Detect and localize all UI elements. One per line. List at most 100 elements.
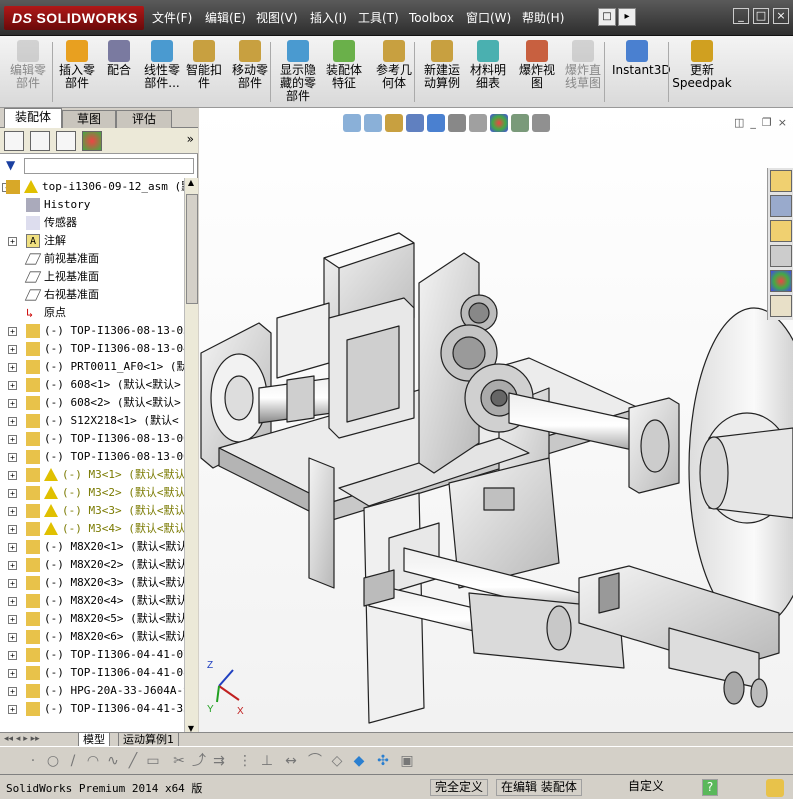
- centerline-icon[interactable]: ╱: [124, 752, 142, 770]
- ribbon-button-7[interactable]: 装配体 特征: [322, 40, 366, 90]
- expand-icon[interactable]: +: [8, 399, 17, 408]
- restore-button[interactable]: □: [753, 8, 769, 24]
- menu-item-7[interactable]: 帮助(H): [522, 10, 564, 26]
- close-button[interactable]: ×: [773, 8, 789, 24]
- tree-node[interactable]: + (-) M3<4> (默认<默认: [0, 520, 184, 538]
- tree-node[interactable]: + (-) TOP-I1306-08-13-06<: [0, 448, 184, 466]
- tree-node[interactable]: + (-) 608<2> (默认<默认>: [0, 394, 184, 412]
- expand-icon[interactable]: +: [8, 579, 17, 588]
- expand-icon[interactable]: +: [8, 507, 17, 516]
- expand-icon[interactable]: +: [8, 327, 17, 336]
- expand-icon[interactable]: +: [8, 417, 17, 426]
- ribbon-button-11[interactable]: 爆炸视 图: [516, 40, 558, 90]
- file-explorer-icon[interactable]: [769, 220, 792, 242]
- menu-item-3[interactable]: 插入(I): [310, 10, 347, 26]
- tree-node[interactable]: + (-) TOP-I1306-04-41-35<: [0, 700, 184, 718]
- graphics-area[interactable]: ◫ _ ❐ × Z Y X: [199, 108, 793, 732]
- relations-icon[interactable]: ⊥: [258, 752, 276, 770]
- new-document-icon[interactable]: □: [598, 8, 616, 26]
- tree-node[interactable]: 前视基准面: [0, 250, 184, 268]
- spline-icon[interactable]: ∿: [104, 752, 122, 770]
- tree-node[interactable]: + (-) TOP-I1306-04-41-08<: [0, 664, 184, 682]
- tree-node[interactable]: + (-) TOP-I1306-04-41-07<: [0, 646, 184, 664]
- appearances-icon[interactable]: [769, 270, 792, 292]
- ribbon-button-10[interactable]: 材料明 细表: [468, 40, 508, 90]
- expand-icon[interactable]: +: [8, 525, 17, 534]
- tree-node[interactable]: + (-) M3<1> (默认<默认: [0, 466, 184, 484]
- rectangle-icon[interactable]: ▭: [144, 752, 162, 770]
- custom-properties-icon[interactable]: [769, 295, 792, 317]
- expand-icon[interactable]: +: [8, 651, 17, 660]
- expand-icon[interactable]: +: [8, 489, 17, 498]
- feature-manager-tab-icon[interactable]: [4, 131, 24, 151]
- expand-icon[interactable]: +: [8, 705, 17, 714]
- expand-icon[interactable]: +: [8, 471, 17, 480]
- expand-icon[interactable]: +: [8, 453, 17, 462]
- tree-node[interactable]: 右视基准面: [0, 286, 184, 304]
- tree-node[interactable]: + (-) M3<3> (默认<默认: [0, 502, 184, 520]
- design-library-icon[interactable]: [769, 195, 792, 217]
- menu-item-2[interactable]: 视图(V): [256, 10, 298, 26]
- tree-node[interactable]: + (-) M3<2> (默认<默认: [0, 484, 184, 502]
- arc-icon[interactable]: ◠: [84, 752, 102, 770]
- scroll-up-icon[interactable]: ▲: [185, 178, 197, 192]
- expand-icon[interactable]: +: [8, 435, 17, 444]
- offset-icon[interactable]: ⇉: [210, 752, 228, 770]
- ribbon-button-1[interactable]: 插入零 部件: [56, 40, 98, 90]
- expand-icon[interactable]: +: [8, 615, 17, 624]
- display-manager-tab-icon[interactable]: [82, 131, 102, 151]
- ribbon-button-5[interactable]: 移动零 部件: [228, 40, 272, 90]
- 3d-sketch-icon[interactable]: ◆: [350, 752, 368, 770]
- tree-node[interactable]: ↳ 原点: [0, 304, 184, 322]
- tree-node[interactable]: + (-) M8X20<2> (默认<默认: [0, 556, 184, 574]
- circle-icon[interactable]: ○: [44, 752, 62, 770]
- ribbon-button-12[interactable]: 爆炸直 线草图: [562, 40, 604, 90]
- property-manager-tab-icon[interactable]: [30, 131, 50, 151]
- trim-icon[interactable]: ✂: [170, 752, 188, 770]
- tab-motion-study-1[interactable]: 运动算例1: [118, 733, 179, 747]
- tree-node[interactable]: + (-) PRT0011_AF0<1> (默: [0, 358, 184, 376]
- tree-node[interactable]: + (-) TOP-I1306-08-13-06<: [0, 430, 184, 448]
- sketch-fillet-icon[interactable]: ⌒: [306, 752, 324, 770]
- ribbon-button-8[interactable]: 参考几 何体: [372, 40, 416, 90]
- ribbon-button-14[interactable]: 更新 Speedpak: [672, 40, 732, 90]
- filter-icon[interactable]: ▼: [6, 158, 15, 172]
- tree-node[interactable]: + (-) M8X20<6> (默认<默认: [0, 628, 184, 646]
- line-icon[interactable]: /: [64, 752, 82, 770]
- tree-node[interactable]: + (-) M8X20<1> (默认<默认: [0, 538, 184, 556]
- menu-item-1[interactable]: 编辑(E): [205, 10, 246, 26]
- cm-tab-0[interactable]: 装配体: [4, 108, 62, 128]
- menu-item-5[interactable]: Toolbox: [409, 10, 454, 26]
- coordinate-icon[interactable]: ✣: [374, 752, 392, 770]
- expand-icon[interactable]: +: [8, 597, 17, 606]
- menu-item-0[interactable]: 文件(F): [152, 10, 192, 26]
- tree-node[interactable]: + (-) 608<1> (默认<默认>: [0, 376, 184, 394]
- tree-node[interactable]: 上视基准面: [0, 268, 184, 286]
- tree-node[interactable]: + (-) S12X218<1> (默认<: [0, 412, 184, 430]
- sketch-picture-icon[interactable]: ▣: [398, 752, 416, 770]
- tab-scroll-icons[interactable]: ◂◂ ◂ ▸ ▸▸: [4, 734, 40, 744]
- minimize-button[interactable]: _: [733, 8, 749, 24]
- menu-item-4[interactable]: 工具(T): [358, 10, 399, 26]
- tree-scrollbar[interactable]: ▲ ▼: [184, 178, 198, 738]
- ribbon-button-9[interactable]: 新建运 动算例: [420, 40, 464, 90]
- ribbon-button-3[interactable]: 线性零 部件...: [142, 40, 182, 90]
- cm-tab-2[interactable]: 评估: [116, 110, 172, 128]
- expand-icon[interactable]: +: [8, 687, 17, 696]
- tree-node[interactable]: + (-) TOP-I1306-08-13-04<: [0, 340, 184, 358]
- tree-filter-input[interactable]: [24, 158, 194, 174]
- ribbon-button-13[interactable]: Instant3D: [612, 40, 671, 77]
- ribbon-button-6[interactable]: 显示隐 藏的零 部件: [276, 40, 320, 103]
- extend-icon[interactable]: ⤴: [190, 752, 208, 770]
- expand-icon[interactable]: +: [8, 381, 17, 390]
- expand-icon[interactable]: +: [8, 345, 17, 354]
- expand-icon[interactable]: +: [8, 237, 17, 246]
- sketch-point-icon[interactable]: ·: [24, 752, 42, 770]
- expand-icon[interactable]: +: [8, 633, 17, 642]
- expand-icon[interactable]: +: [8, 363, 17, 372]
- ribbon-button-4[interactable]: 智能扣 件: [184, 40, 224, 90]
- cm-tab-1[interactable]: 草图: [62, 110, 116, 128]
- menu-item-6[interactable]: 窗口(W): [466, 10, 511, 26]
- tree-node[interactable]: + (-) M8X20<5> (默认<默认: [0, 610, 184, 628]
- solidworks-resources-icon[interactable]: [769, 170, 792, 192]
